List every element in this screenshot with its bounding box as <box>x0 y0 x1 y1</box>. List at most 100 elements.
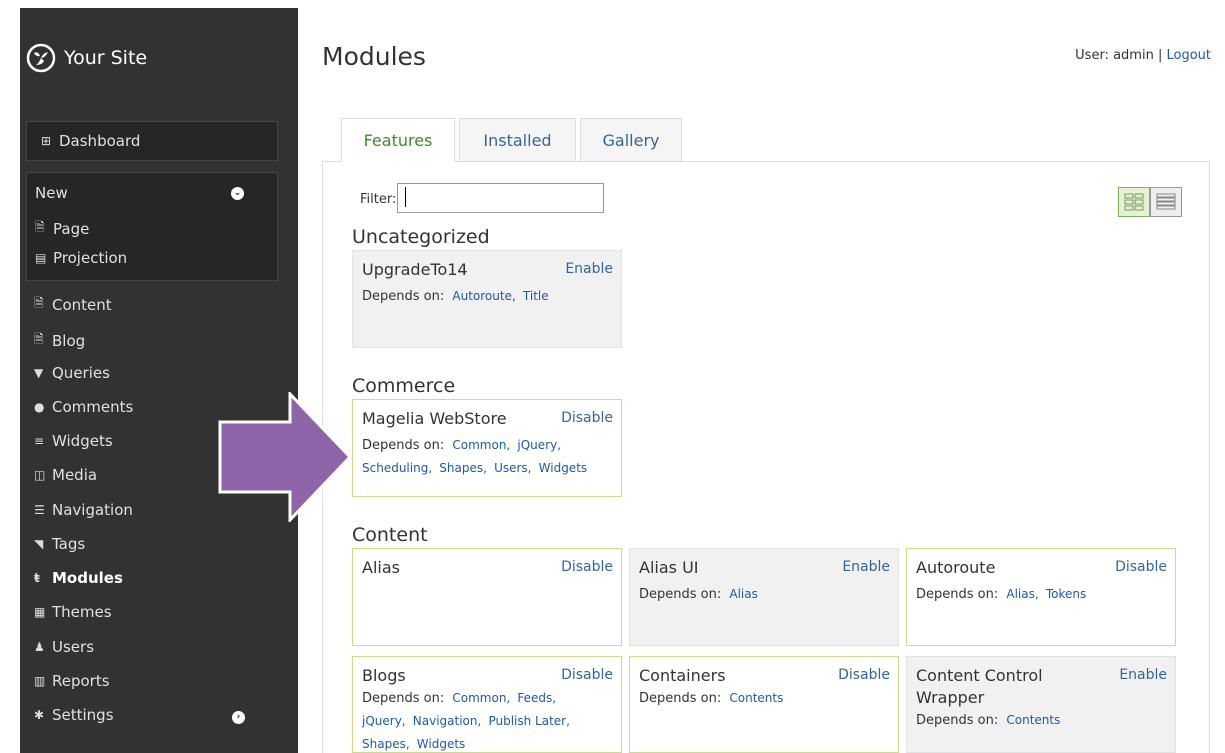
dashboard-menu-box[interactable]: ⊞ Dashboard <box>26 121 278 161</box>
enable-link[interactable]: Enable <box>565 261 613 277</box>
sidebar-item-dashboard[interactable]: ⊞ Dashboard <box>41 132 140 150</box>
gear-icon: ✱ <box>34 708 45 722</box>
tab-features[interactable]: Features <box>341 118 455 162</box>
page-icon: 🗎 <box>35 220 45 234</box>
sidebar-item-label: Settings <box>52 706 114 724</box>
filter-icon: ▼ <box>34 366 44 380</box>
dependency-link[interactable]: Navigation, <box>413 714 482 728</box>
dependencies: Depends on: Alias, Tokens <box>916 583 1167 606</box>
dependency-link[interactable]: Common, <box>452 691 510 705</box>
sidebar-item-content[interactable]: 🗎 Content <box>34 294 112 315</box>
module-name: Content Control Wrapper <box>916 666 1043 707</box>
dependency-link[interactable]: Widgets <box>539 461 588 475</box>
sidebar-item-users[interactable]: ♟ Users <box>34 638 94 656</box>
sidebar-item-label: Content <box>52 295 112 314</box>
navigation-icon: ☰ <box>34 503 45 517</box>
module-name: Magelia WebStore <box>362 409 507 428</box>
sidebar-item-modules[interactable]: ŧ Modules <box>34 569 123 587</box>
depends-label: Depends on: <box>916 587 999 602</box>
module-name: Containers <box>639 666 726 685</box>
sidebar-item-tags[interactable]: ◥ Tags <box>34 535 85 553</box>
text-cursor <box>405 187 406 207</box>
sidebar-item-new[interactable]: New <box>35 184 68 202</box>
sidebar-item-label: Queries <box>52 364 110 382</box>
list-view-icon <box>1156 193 1176 210</box>
new-menu-box: New ⌄ 🗎 Page ▤ Projection <box>26 172 278 281</box>
comment-icon: ● <box>34 400 45 414</box>
sidebar-item-label: New <box>35 184 68 202</box>
section-title-commerce: Commerce <box>352 375 456 397</box>
tile-view-icon <box>1124 193 1144 211</box>
disable-link[interactable]: Disable <box>1115 559 1167 575</box>
user-label: User: admin <box>1075 48 1154 63</box>
disable-link[interactable]: Disable <box>561 559 613 575</box>
sidebar-item-queries[interactable]: ▼ Queries <box>34 364 110 382</box>
dependency-link[interactable]: Alias, <box>1006 587 1038 601</box>
depends-label: Depends on: <box>639 587 722 602</box>
dependency-link[interactable]: Title <box>523 289 549 303</box>
dependency-link[interactable]: Publish Later, <box>488 714 569 728</box>
section-title-uncategorized: Uncategorized <box>352 226 490 248</box>
sidebar-item-themes[interactable]: ▦ Themes <box>34 603 112 621</box>
view-toggle <box>1118 187 1182 217</box>
dashboard-icon: ⊞ <box>41 134 52 148</box>
logout-link[interactable]: Logout <box>1166 48 1211 63</box>
module-card-alias: Alias Disable <box>352 548 622 646</box>
dependency-link[interactable]: Alias <box>729 587 757 601</box>
tab-gallery[interactable]: Gallery <box>580 118 682 161</box>
sidebar-item-blog[interactable]: 🗎 Blog <box>34 330 85 351</box>
site-name: Your Site <box>64 47 148 69</box>
tile-view-button[interactable] <box>1118 187 1150 217</box>
dependency-link[interactable]: Contents <box>729 691 783 705</box>
modules-icon: ŧ <box>34 571 40 585</box>
sidebar-item-comments[interactable]: ● Comments <box>34 398 133 416</box>
module-name: UpgradeTo14 <box>362 260 468 279</box>
user-bar: User: admin | Logout <box>1075 48 1211 63</box>
depends-label: Depends on: <box>916 713 999 728</box>
disable-link[interactable]: Disable <box>561 410 613 426</box>
site-brand[interactable]: Your Site <box>26 41 147 75</box>
disable-link[interactable]: Disable <box>838 667 890 683</box>
depends-label: Depends on: <box>362 691 445 706</box>
dependency-link[interactable]: jQuery, <box>517 438 561 452</box>
dependency-link[interactable]: Tokens <box>1046 587 1086 601</box>
projection-icon: ▤ <box>35 251 47 265</box>
dependency-link[interactable]: Contents <box>1006 713 1060 727</box>
sidebar-item-label: Users <box>52 638 95 656</box>
dependency-link[interactable]: Common, <box>452 438 510 452</box>
module-card-upgradeto14: UpgradeTo14 Enable Depends on: Autoroute… <box>352 250 622 348</box>
sidebar-item-media[interactable]: ◫ Media <box>34 466 97 484</box>
chevron-down-icon[interactable]: ⌄ <box>231 187 244 200</box>
disable-link[interactable]: Disable <box>561 667 613 683</box>
sidebar-item-label: Projection <box>53 249 128 267</box>
dependency-link[interactable]: Feeds, <box>517 691 556 705</box>
tag-icon: ◥ <box>34 537 44 551</box>
filter-input[interactable] <box>397 183 604 213</box>
list-view-button[interactable] <box>1150 187 1182 217</box>
enable-link[interactable]: Enable <box>842 559 890 575</box>
dependency-link[interactable]: Scheduling, <box>362 461 432 475</box>
enable-link[interactable]: Enable <box>1119 667 1167 683</box>
sidebar-item-widgets[interactable]: ≡ Widgets <box>34 432 113 450</box>
dependency-link[interactable]: jQuery, <box>362 714 406 728</box>
dependency-link[interactable]: Users, <box>494 461 531 475</box>
sidebar-item-page[interactable]: 🗎 Page <box>35 218 89 239</box>
dependency-link[interactable]: Shapes, <box>362 737 410 751</box>
chevron-right-icon[interactable]: › <box>232 711 245 724</box>
themes-icon: ▦ <box>34 605 46 619</box>
dependencies: Depends on: Autoroute, Title <box>362 285 613 308</box>
sidebar-item-label: Navigation <box>52 501 133 519</box>
sidebar-item-settings[interactable]: ✱ Settings <box>34 706 114 724</box>
dependencies: Depends on: Contents <box>916 709 1167 732</box>
dependency-link[interactable]: Autoroute, <box>452 289 515 303</box>
sidebar-item-navigation[interactable]: ☰ Navigation <box>34 501 133 519</box>
dependency-link[interactable]: Shapes, <box>439 461 487 475</box>
sidebar-item-projection[interactable]: ▤ Projection <box>35 249 127 267</box>
dependency-link[interactable]: Widgets <box>417 737 466 751</box>
admin-sidebar: Your Site ⊞ Dashboard New ⌄ 🗎 Page ▤ Pro… <box>20 8 298 753</box>
reports-icon: ▥ <box>34 674 46 688</box>
user-separator: | <box>1157 48 1163 63</box>
tab-installed[interactable]: Installed <box>459 118 576 161</box>
sidebar-item-reports[interactable]: ▥ Reports <box>34 672 110 690</box>
dependencies: Depends on: Contents <box>639 687 890 710</box>
